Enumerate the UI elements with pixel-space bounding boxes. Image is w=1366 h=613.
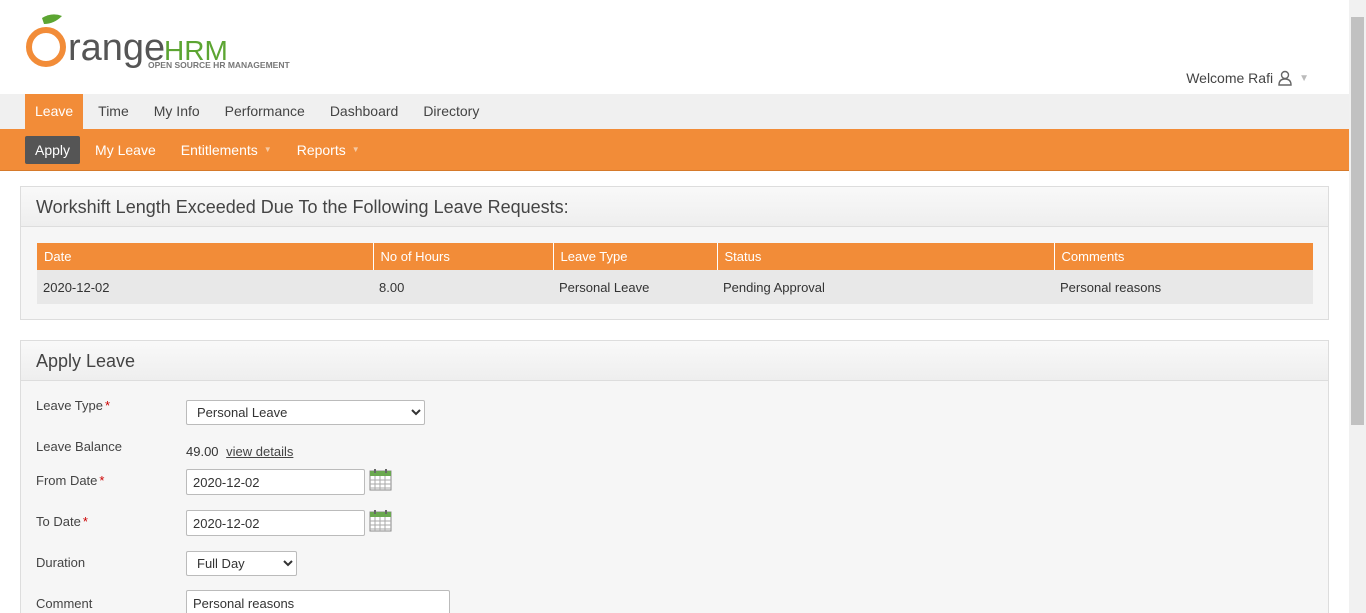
tab-time[interactable]: Time <box>88 94 139 129</box>
leave-balance-label: Leave Balance <box>36 439 123 454</box>
column-header-date: Date <box>37 243 374 270</box>
view-details-link[interactable]: view details <box>226 444 293 459</box>
submenu-entitlements-label: Entitlements <box>180 141 258 158</box>
dropdown-arrow-icon: ▼ <box>263 145 272 154</box>
logo-leaf <box>42 14 62 24</box>
chevron-down-icon[interactable]: ▼ <box>1299 73 1309 84</box>
welcome-text[interactable]: Welcome Rafi <box>1186 70 1273 86</box>
tab-leave[interactable]: Leave <box>25 94 84 129</box>
submenu-apply[interactable]: Apply <box>25 135 81 164</box>
calendar-icon[interactable] <box>369 468 392 491</box>
sub-menu: Apply My Leave Entitlements ▼ Reports ▼ <box>0 129 1349 171</box>
comment-label: Comment <box>36 596 93 611</box>
column-header-leave-type: Leave Type <box>553 243 718 270</box>
calendar-icon[interactable] <box>369 509 392 532</box>
cell-date: 2020-12-02 <box>37 270 373 304</box>
logo-orange <box>26 27 66 67</box>
leave-balance-value: 49.00 <box>186 444 219 459</box>
column-header-comments: Comments <box>1054 243 1313 270</box>
cell-comments: Personal reasons <box>1054 270 1313 304</box>
submenu-reports-label: Reports <box>296 141 346 158</box>
submenu-entitlements[interactable]: Entitlements ▼ <box>171 136 282 164</box>
duration-label: Duration <box>36 555 86 570</box>
table-row: 2020-12-02 8.00 Personal Leave Pending A… <box>37 270 1313 304</box>
apply-leave-title: Apply Leave <box>21 341 1328 381</box>
leave-type-select[interactable]: Personal Leave <box>186 400 425 425</box>
header-branding: range HRM OPEN SOURCE HR MANAGEMENT Welc… <box>0 0 1349 94</box>
tab-dashboard[interactable]: Dashboard <box>320 94 409 129</box>
main-menu: Leave Time My Info Performance Dashboard… <box>0 94 1349 129</box>
table-header-row: Date No of Hours Leave Type Status Comme… <box>37 243 1313 270</box>
from-date-label: From Date * <box>36 473 105 488</box>
column-header-status: Status <box>717 243 1055 270</box>
leave-balance-value-group: 49.00 view details <box>186 444 293 459</box>
to-date-input[interactable] <box>186 510 365 536</box>
orangehrm-logo[interactable]: range HRM OPEN SOURCE HR MANAGEMENT <box>24 12 314 74</box>
overlap-requests-table: Date No of Hours Leave Type Status Comme… <box>37 243 1313 304</box>
logo-tagline: OPEN SOURCE HR MANAGEMENT <box>148 60 290 70</box>
submenu-my-leave-label: My Leave <box>95 141 156 158</box>
cell-leave-type: Personal Leave <box>553 270 717 304</box>
leave-type-label: Leave Type * <box>36 398 111 413</box>
user-icon <box>1278 70 1292 86</box>
dropdown-arrow-icon: ▼ <box>351 145 360 154</box>
duration-select[interactable]: Full Day <box>186 551 297 576</box>
scrollbar-thumb[interactable] <box>1351 17 1364 425</box>
overlap-panel-title: Workshift Length Exceeded Due To the Fol… <box>21 187 1328 227</box>
overlap-requests-panel: Workshift Length Exceeded Due To the Fol… <box>20 186 1329 320</box>
page-scrollbar[interactable] <box>1349 0 1366 613</box>
column-header-hours: No of Hours <box>373 243 554 270</box>
submenu-my-leave[interactable]: My Leave <box>85 136 166 164</box>
tab-performance[interactable]: Performance <box>215 94 315 129</box>
comment-textarea[interactable] <box>186 590 450 613</box>
apply-leave-panel: Apply Leave Leave Type * Personal Leave L… <box>20 340 1329 613</box>
submenu-apply-label: Apply <box>35 141 71 158</box>
cell-status: Pending Approval <box>717 270 1054 304</box>
tab-my-info[interactable]: My Info <box>144 94 210 129</box>
welcome-menu[interactable]: Welcome Rafi ▼ <box>1186 70 1309 86</box>
submenu-reports[interactable]: Reports ▼ <box>287 136 370 164</box>
cell-hours: 8.00 <box>373 270 553 304</box>
from-date-input[interactable] <box>186 469 365 495</box>
tab-directory[interactable]: Directory <box>413 94 489 129</box>
to-date-label: To Date * <box>36 514 88 529</box>
